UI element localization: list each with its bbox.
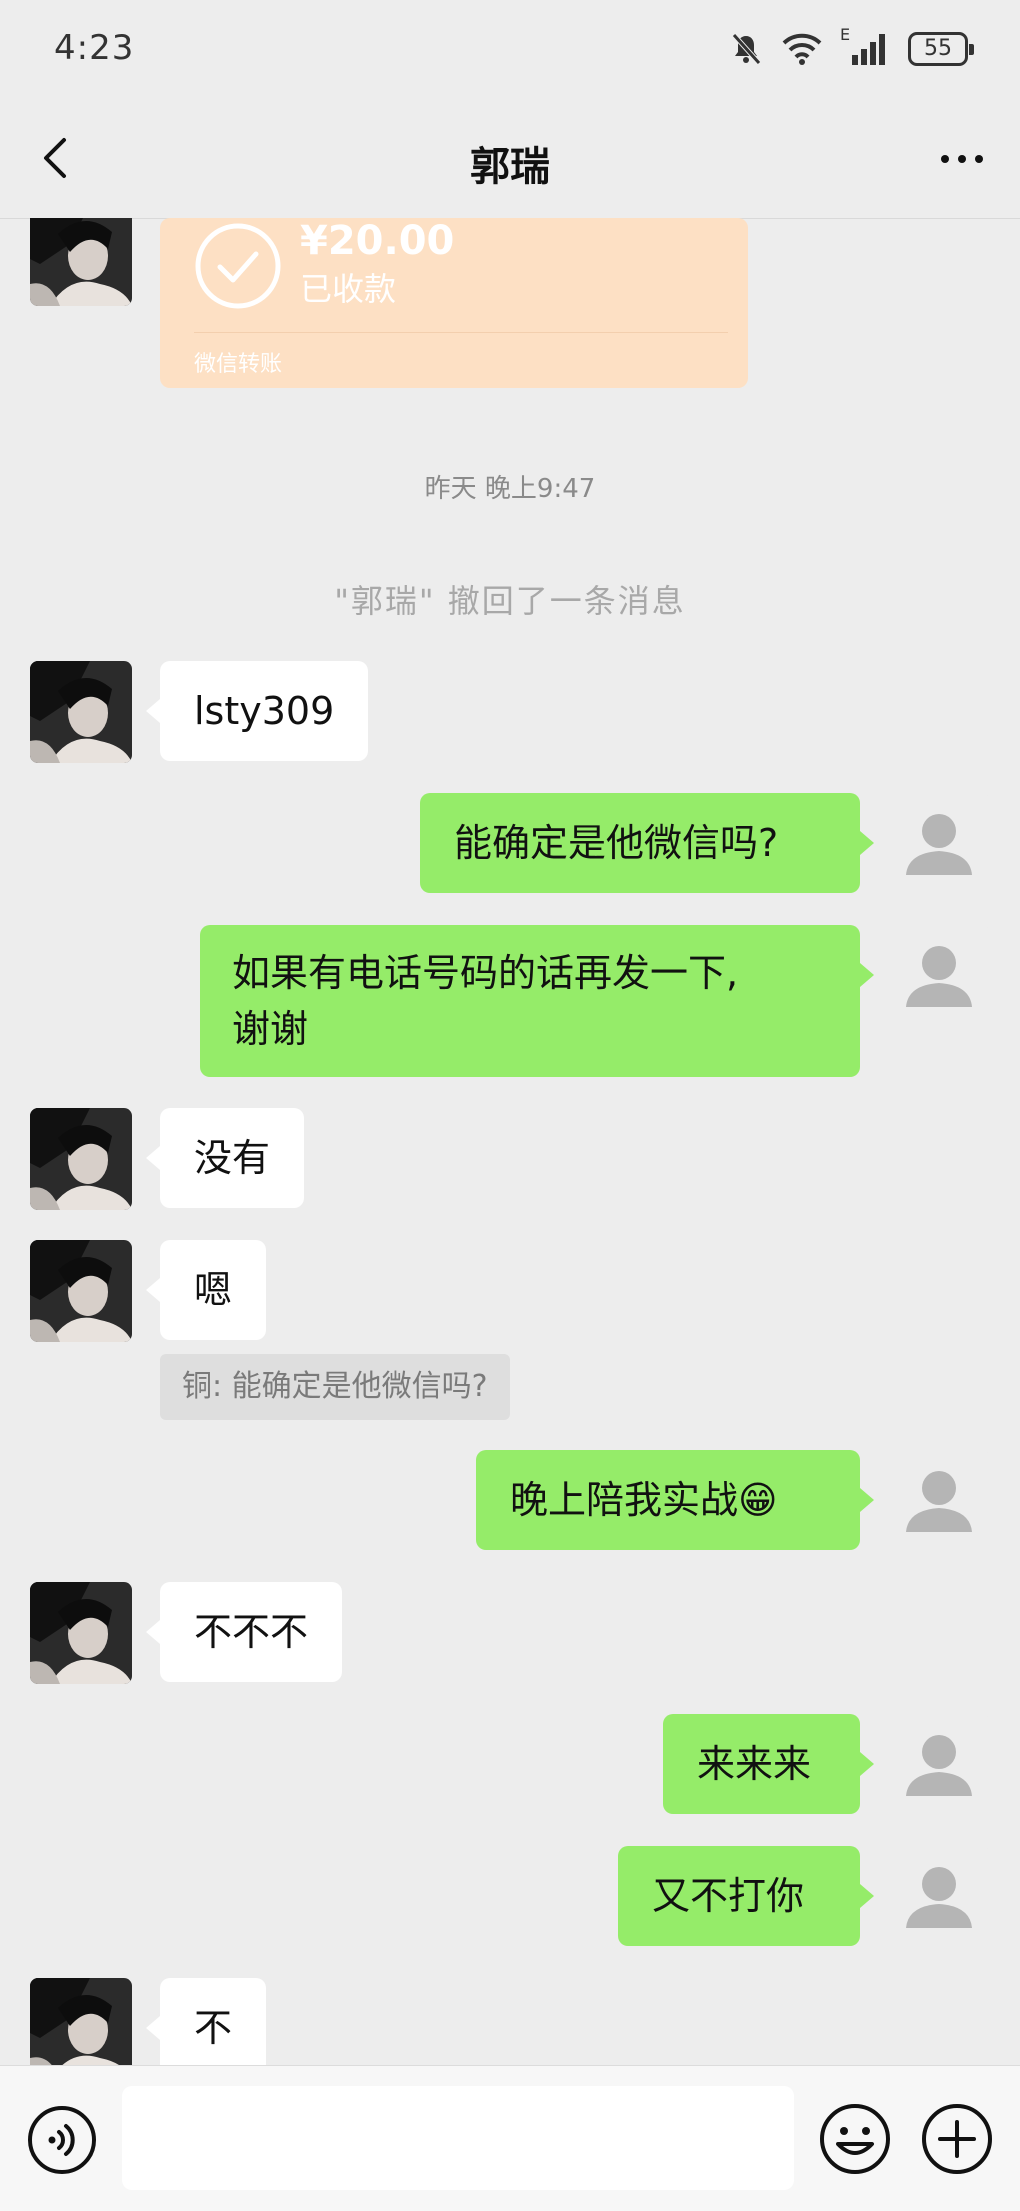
contact-avatar[interactable] <box>30 1108 132 1210</box>
contact-avatar[interactable] <box>30 1240 132 1342</box>
user-silhouette-icon <box>906 1735 972 1796</box>
message-line: 谢谢 <box>232 1007 309 1051</box>
nav-bar: 郭瑞 <box>0 100 1020 219</box>
user-silhouette-icon <box>906 1867 972 1928</box>
message-bubble-outgoing[interactable]: 能确定是他微信吗? <box>420 793 874 893</box>
message-bubble-outgoing[interactable]: 来来来 <box>663 1714 874 1814</box>
contact-avatar[interactable] <box>30 218 132 306</box>
plus-icon[interactable] <box>920 2102 994 2176</box>
status-icons: E 55 <box>728 25 974 72</box>
message-bubble-incoming[interactable]: 没有 <box>145 1108 305 1208</box>
message-bubble-outgoing[interactable]: 晚上陪我实战😁 <box>476 1450 874 1550</box>
user-silhouette-icon <box>906 1471 972 1532</box>
chat-title: 郭瑞 <box>470 144 550 190</box>
message-bubble-outgoing[interactable]: 又不打你 <box>618 1846 874 1946</box>
message-bubble-outgoing[interactable]: 如果有电话号码的话再发一下, 谢谢 <box>200 925 874 1077</box>
my-avatar[interactable] <box>888 1450 990 1552</box>
input-bar <box>0 2065 1020 2211</box>
transfer-card[interactable]: ¥20.00 已收款 微信转账 <box>160 218 748 388</box>
check-icon <box>195 223 281 309</box>
transfer-status: 已收款 <box>300 270 397 308</box>
battery-icon: 55 <box>908 32 974 66</box>
my-avatar[interactable] <box>888 1846 990 1948</box>
quoted-message[interactable]: 铜: 能确定是他微信吗? <box>160 1354 510 1420</box>
contact-avatar[interactable] <box>30 1582 132 1684</box>
my-avatar[interactable] <box>888 1714 990 1816</box>
message-line: 如果有电话号码的话再发一下, <box>232 951 739 995</box>
message-bubble-incoming[interactable]: 嗯 <box>145 1240 267 1340</box>
mute-bell-icon <box>732 33 761 65</box>
timestamp: 昨天 晚上9:47 <box>424 474 596 504</box>
emoji-icon[interactable] <box>818 2102 892 2176</box>
recall-notice: "郭瑞" 撤回了一条消息 <box>334 582 686 620</box>
user-silhouette-icon <box>906 946 972 1007</box>
status-time: 4:23 <box>54 28 135 68</box>
transfer-footer: 微信转账 <box>194 352 283 377</box>
voice-icon[interactable] <box>26 2104 98 2176</box>
status-bar: 4:23 E 55 <box>0 0 1020 100</box>
contact-avatar[interactable] <box>30 1978 132 2065</box>
grin-emoji: 😁 <box>738 1478 778 1522</box>
contact-avatar[interactable] <box>30 661 132 763</box>
chat-area[interactable]: ¥20.00 已收款 微信转账 昨天 晚上9:47 "郭瑞" 撤回了一条消息 l… <box>0 218 1020 2065</box>
more-icon[interactable] <box>932 134 992 184</box>
my-avatar[interactable] <box>888 925 990 1027</box>
transfer-amount: ¥20.00 <box>300 218 455 264</box>
signal-icon: E <box>840 25 890 67</box>
message-bubble-incoming[interactable]: lsty309 <box>145 661 369 761</box>
my-avatar[interactable] <box>888 793 990 895</box>
divider <box>194 332 728 333</box>
message-input[interactable] <box>122 2086 794 2190</box>
wifi-icon <box>782 33 822 65</box>
message-bubble-incoming[interactable]: 不 <box>145 1978 267 2065</box>
message-text: 晚上陪我实战 <box>510 1478 739 1522</box>
user-silhouette-icon <box>906 814 972 875</box>
message-bubble-incoming[interactable]: 不不不 <box>145 1582 343 1682</box>
